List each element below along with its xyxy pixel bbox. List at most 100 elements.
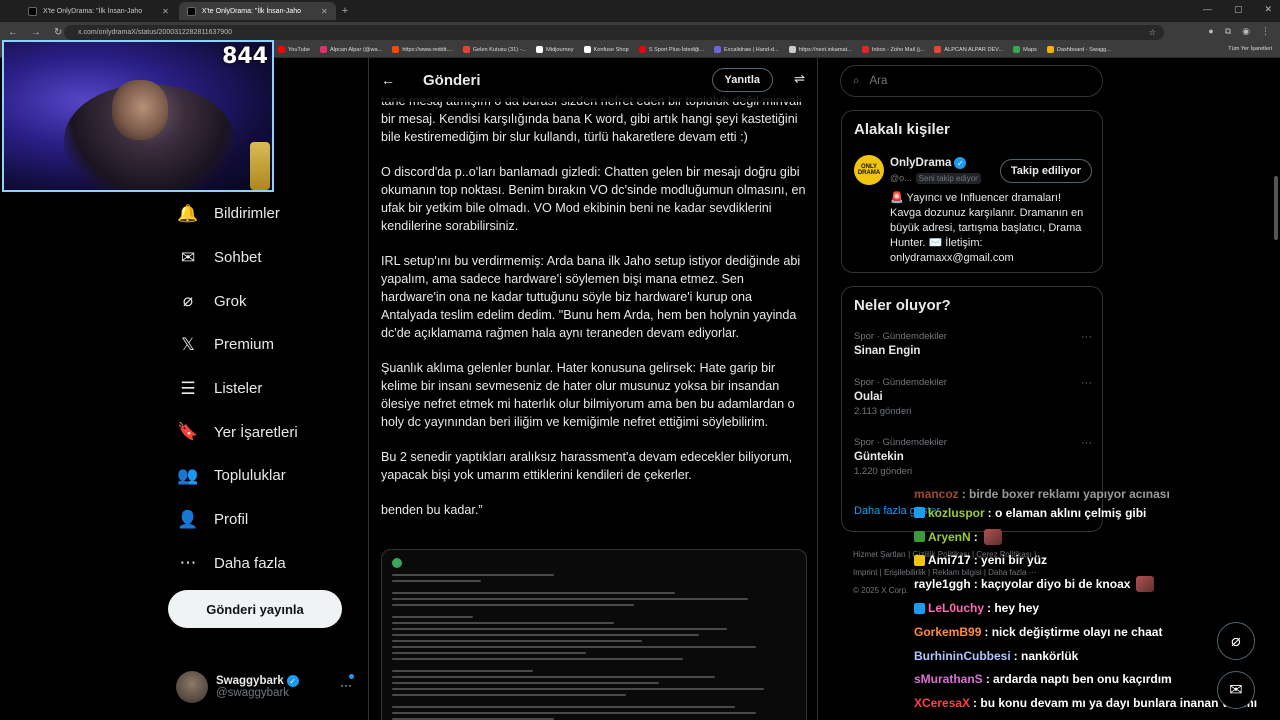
bookmark-item[interactable]: Midjourney <box>536 46 574 53</box>
grok-icon: ⌀ <box>182 291 194 311</box>
reply-button[interactable]: Yanıtla <box>711 68 773 92</box>
window-controls: — ▢ ✕ <box>1203 4 1272 15</box>
chat-username[interactable]: XCeresaX <box>914 696 970 710</box>
chat-username[interactable]: LeL0uchy <box>928 601 984 615</box>
chat-message: rayle1ggh: kaçıyolar diyo bi de knoax <box>914 572 1280 596</box>
bookmark-item[interactable]: S Sport Plus-İstediği... <box>638 46 704 53</box>
post-paragraph: Şuanlık aklıma gelenler bunlar. Hater ko… <box>381 361 795 429</box>
chat-text: : bu konu devam mı ya dayı bunlara inana… <box>973 696 1258 711</box>
drink-can <box>250 142 270 190</box>
embedded-line <box>392 670 534 672</box>
chat-username[interactable]: rayle1ggh <box>914 577 971 591</box>
bookmark-item[interactable]: YouTube <box>278 46 310 53</box>
streamer-head <box>112 80 168 140</box>
maximize-icon[interactable]: ▢ <box>1234 4 1243 15</box>
nav-item-premium[interactable]: 𝕏 Premium <box>168 323 368 367</box>
chat-username[interactable]: AryenN <box>928 530 971 544</box>
reply-settings-icon[interactable]: ⇌ <box>794 71 805 87</box>
new-tab-icon[interactable]: + <box>342 5 348 17</box>
chat-message: AryenN: <box>914 525 1280 549</box>
bookmark-item[interactable]: Konfuse Shop <box>583 46 629 53</box>
close-tab-icon[interactable]: ✕ <box>162 7 169 16</box>
minimize-icon[interactable]: — <box>1203 4 1212 15</box>
chat-message: Ami717: yeni bir yüz <box>914 549 1280 573</box>
url-text: x.com/onlydramaX/status/2000312282811637… <box>78 29 232 36</box>
puzzle-icon[interactable]: ⧉ <box>1225 26 1231 37</box>
extension-icon[interactable]: ● <box>1208 26 1213 37</box>
bookmark-item[interactable]: Excalidraw | Hand-d... <box>714 46 779 53</box>
chat-username[interactable]: GorkemB99 <box>914 625 981 639</box>
chat-message: LeL0uchy: hey hey <box>914 596 1280 620</box>
bookmark-item[interactable]: Inbox - Zoho Mail (j... <box>861 46 924 53</box>
browser-tab[interactable]: X'te OnlyDrama: "İlk İnsan-Jaho ✕ <box>20 2 177 20</box>
account-switcher[interactable]: Swaggybark ✓ @swaggybark ··· <box>176 668 360 706</box>
page-scrollbar[interactable] <box>1274 176 1278 240</box>
more-dots-icon[interactable]: ··· <box>340 678 352 692</box>
chat-text: : birde boxer reklamı yapıyor acınası <box>961 487 1170 501</box>
trend-item[interactable]: Spor · Gündemdekiler Oulai 2.113 gönderi ··… <box>854 377 1092 417</box>
close-window-icon[interactable]: ✕ <box>1264 4 1272 15</box>
nav-item-listeler[interactable]: ☰ Listeler <box>168 367 368 411</box>
address-bar[interactable]: x.com/onlydramaX/status/2000312282811637… <box>64 25 1164 40</box>
nav-item-sohbet[interactable]: ✉ Sohbet <box>168 236 368 280</box>
embedded-line <box>392 694 627 696</box>
back-arrow-icon[interactable]: ← <box>8 27 18 38</box>
trend-item[interactable]: Spor · Gündemdekiler Güntekin 1.220 gönder… <box>854 437 1092 477</box>
reload-icon[interactable]: ↻ <box>54 27 62 38</box>
bookmark-item[interactable]: https://next.inkamat... <box>788 46 852 53</box>
bookmark-favicon-icon <box>1013 46 1021 53</box>
profile-avatar-icon[interactable]: ◉ <box>1242 26 1250 37</box>
chat-username[interactable]: BurhininCubbesi <box>914 649 1011 663</box>
bookmark-star-icon[interactable]: ☆ <box>1149 25 1156 40</box>
forward-arrow-icon[interactable]: → <box>31 27 41 38</box>
chat-username[interactable]: mancoz <box>914 487 959 501</box>
bookmark-item[interactable]: ALPCAN ALPAR DEV... <box>934 46 1003 53</box>
close-tab-icon[interactable]: ✕ <box>321 7 328 16</box>
trend-item[interactable]: Spor · Gündemdekiler Sinan Engin ··· <box>854 331 1092 357</box>
chat-username[interactable]: sMurathanS <box>914 672 983 686</box>
all-bookmarks[interactable]: Tüm Yer İşaretleri <box>1228 46 1272 52</box>
search-input[interactable]: ⌕ Ara <box>840 65 1103 97</box>
trend-count: 2.113 gönderi <box>854 406 912 417</box>
nav-item-daha-fazla[interactable]: ⋯ Daha fazla <box>168 542 368 586</box>
nav-item-yer-i-şaretleri[interactable]: 🔖 Yer İşaretleri <box>168 410 368 454</box>
chat-badge-icon <box>914 602 925 614</box>
chat-username[interactable]: kozluspor <box>928 506 985 520</box>
back-arrow-icon[interactable]: ← <box>381 72 401 88</box>
more-dots-icon[interactable]: ··· <box>1081 331 1092 343</box>
chat-username[interactable]: Ami717 <box>928 553 971 567</box>
bookmark-favicon-icon <box>462 46 470 53</box>
bookmark-label: Midjourney <box>546 46 574 53</box>
bookmark-item[interactable]: Maps <box>1013 46 1037 53</box>
nav-item-topluluklar[interactable]: 👥 Topluluklar <box>168 454 368 498</box>
bookmark-label: Alpcan Alpar (@wa... <box>329 46 383 53</box>
nav-item-bildirimler[interactable]: 🔔 Bildirimler <box>168 192 368 236</box>
embedded-text-lines <box>392 574 796 720</box>
more-dots-icon[interactable]: ··· <box>1081 437 1092 449</box>
bookmark-item[interactable]: Alpcan Alpar (@wa... <box>319 46 383 53</box>
menu-kebab-icon[interactable]: ⋮ <box>1261 26 1270 37</box>
embedded-screenshot[interactable] <box>381 549 807 720</box>
post-button[interactable]: Gönderi yayınla <box>168 590 342 628</box>
chat-text: : <box>973 529 978 544</box>
bookmark-label: Konfuse Shop <box>593 46 629 53</box>
bell-icon: 🔔 <box>177 203 199 223</box>
browser-tab-active[interactable]: X'te OnlyDrama: "İlk İnsan-Jaho ✕ <box>178 2 336 20</box>
following-button[interactable]: Takip ediliyor <box>999 159 1092 183</box>
bookmark-item[interactable]: Dashboard - Swagg... <box>1046 46 1111 53</box>
bookmark-item[interactable]: Gelen Kutusu (31) -... <box>462 46 527 53</box>
trend-category: Spor · Gündemdekiler <box>854 331 947 342</box>
nav-item-grok[interactable]: ⌀ Grok <box>168 279 368 323</box>
nav-item-profil[interactable]: 👤 Profil <box>168 498 368 542</box>
list-icon: ☰ <box>180 378 196 398</box>
webcam-overlay: 844 <box>2 40 274 192</box>
grok-fab-icon[interactable]: ⌀ <box>1217 622 1255 660</box>
nav-item-label: Premium <box>214 336 275 354</box>
messages-fab-icon[interactable]: ✉ <box>1217 671 1255 709</box>
browser-tab-bar: X'te OnlyDrama: "İlk İnsan-Jaho ✕ X'te O… <box>0 0 1280 22</box>
bookmark-label: Gelen Kutusu (31) -... <box>472 46 527 53</box>
chat-text: : ardarda naptı ben onu kaçırdım <box>985 672 1172 687</box>
more-dots-icon[interactable]: ··· <box>1081 377 1092 389</box>
bookmark-item[interactable]: https://www.reddit.... <box>392 46 453 53</box>
chat-badge-icon <box>914 554 925 566</box>
